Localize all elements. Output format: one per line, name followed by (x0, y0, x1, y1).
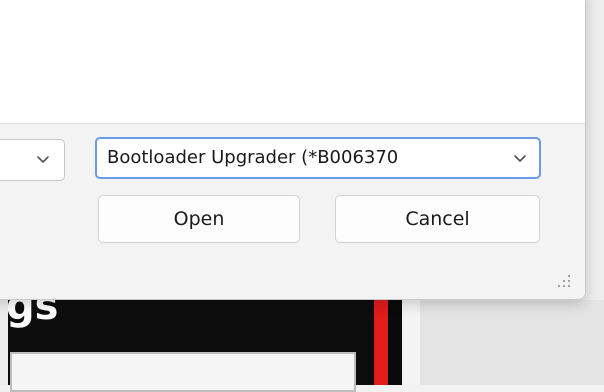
background-grey-area (420, 300, 604, 385)
background-red-bar (374, 300, 388, 385)
background-black-bar (388, 300, 402, 385)
file-name-combo[interactable] (0, 139, 65, 181)
resize-grip-icon[interactable] (554, 271, 572, 289)
chevron-down-icon[interactable] (511, 149, 529, 167)
dialog-body (0, 0, 585, 123)
cancel-button[interactable]: Cancel (335, 195, 540, 243)
file-type-combo-value: Bootloader Upgrader (*B006370 (107, 147, 399, 168)
file-open-dialog: Bootloader Upgrader (*B006370 Open Cance… (0, 0, 586, 300)
open-button[interactable]: Open (98, 195, 300, 243)
background-white-strip (402, 300, 420, 385)
file-type-combo[interactable]: Bootloader Upgrader (*B006370 (95, 137, 541, 179)
background-inner-box (10, 352, 356, 392)
chevron-down-icon[interactable] (34, 150, 52, 168)
